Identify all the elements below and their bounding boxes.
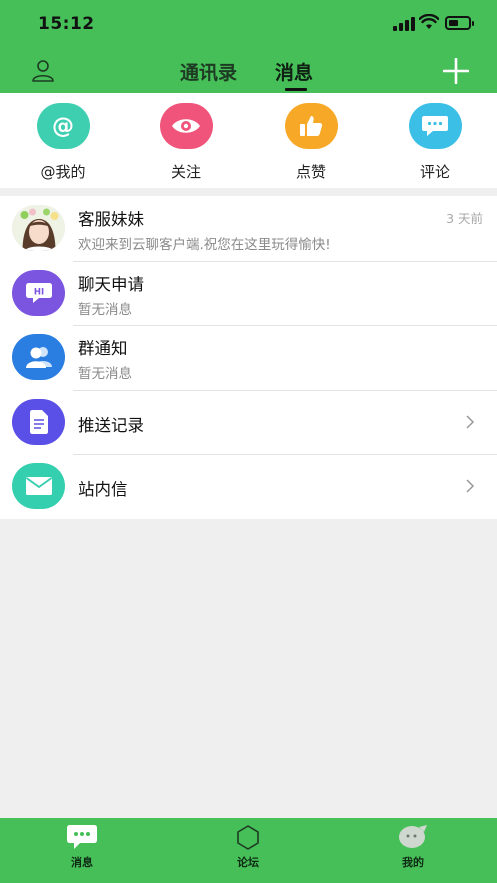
nav-forum[interactable]: 论坛: [208, 824, 288, 870]
status-time: 15:12: [38, 14, 95, 34]
at-icon: @: [36, 103, 90, 149]
quick-action-comment[interactable]: 评论: [390, 103, 480, 182]
avatar: [12, 205, 65, 251]
quick-action-label: @我的: [40, 163, 86, 181]
thumbs-up-icon: [284, 103, 338, 149]
tab-contacts[interactable]: 通讯录: [180, 58, 237, 85]
list-item-title: 聊天申请: [78, 274, 144, 294]
quick-action-label: 点赞: [295, 163, 326, 181]
list-item-site-mail[interactable]: 站内信: [0, 454, 497, 519]
quick-action-label: 关注: [170, 163, 201, 181]
list-item-title: 推送记录: [78, 415, 144, 435]
chat-bubble-icon: [408, 103, 462, 149]
profile-icon: [373, 824, 453, 851]
contacts-user-icon[interactable]: [31, 58, 55, 82]
active-tab-indicator: [285, 88, 307, 91]
nav-messages[interactable]: 消息: [42, 824, 122, 870]
list-item-chat-request[interactable]: HI 聊天申请 暂无消息: [0, 260, 497, 326]
chevron-right-icon: [466, 479, 475, 493]
nav-profile[interactable]: 我的: [373, 824, 453, 870]
list-item-title: 群通知: [78, 339, 128, 358]
list-item-title: 站内信: [78, 480, 128, 499]
list-item-preview: 欢迎来到云聊客户端.祝您在这里玩得愉快!: [78, 237, 331, 253]
battery-icon: [445, 16, 474, 30]
list-item-title: 客服妹妹: [78, 210, 144, 229]
document-icon: [12, 398, 65, 445]
list-item-preview: 暂无消息: [78, 301, 132, 318]
wifi-icon: [419, 14, 439, 29]
chevron-right-icon: [466, 414, 475, 429]
tab-messages[interactable]: 消息: [275, 58, 313, 85]
quick-action-at-me[interactable]: @ @我的: [18, 103, 108, 182]
signal-icon: [393, 16, 415, 31]
list-item-customer-service[interactable]: 客服妹妹 欢迎来到云聊客户端.祝您在这里玩得愉快! 3 天前: [0, 196, 497, 261]
envelope-icon: [12, 463, 65, 509]
hi-chat-icon: HI: [12, 269, 65, 316]
plus-icon[interactable]: [443, 58, 469, 84]
quick-action-label: 评论: [419, 163, 450, 181]
quick-action-like[interactable]: 点赞: [266, 103, 356, 182]
svg-text:HI: HI: [33, 287, 43, 297]
list-item-group-notice[interactable]: 群通知 暂无消息: [0, 325, 497, 390]
nav-label: 消息: [71, 856, 93, 869]
top-bar: 15:12 通讯录 消息: [0, 0, 497, 93]
list-item-time: 3 天前: [446, 211, 483, 226]
nav-label: 我的: [402, 856, 424, 869]
nav-label: 论坛: [237, 856, 259, 869]
eye-icon: [159, 103, 213, 149]
message-icon: [42, 824, 122, 851]
quick-actions: @ @我的 关注 点赞 评论: [0, 93, 497, 188]
group-icon: [12, 334, 65, 380]
quick-action-follow[interactable]: 关注: [141, 103, 231, 182]
forum-hexagon-icon: [208, 824, 288, 851]
bottom-nav: 消息 论坛 我的: [0, 818, 497, 883]
list-item-preview: 暂无消息: [78, 366, 132, 382]
svg-text:@: @: [52, 114, 74, 139]
list-item-push-records[interactable]: 推送记录: [0, 389, 497, 455]
message-list: 客服妹妹 欢迎来到云聊客户端.祝您在这里玩得愉快! 3 天前 HI 聊天申请 暂…: [0, 196, 497, 519]
